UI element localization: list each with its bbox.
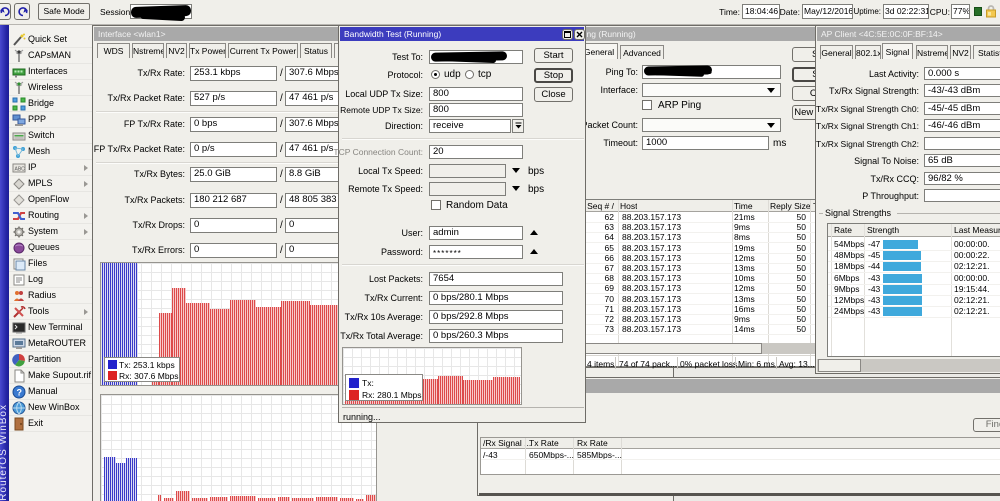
svg-text:?: ? bbox=[17, 388, 23, 398]
svg-text:ABC: ABC bbox=[15, 167, 26, 173]
